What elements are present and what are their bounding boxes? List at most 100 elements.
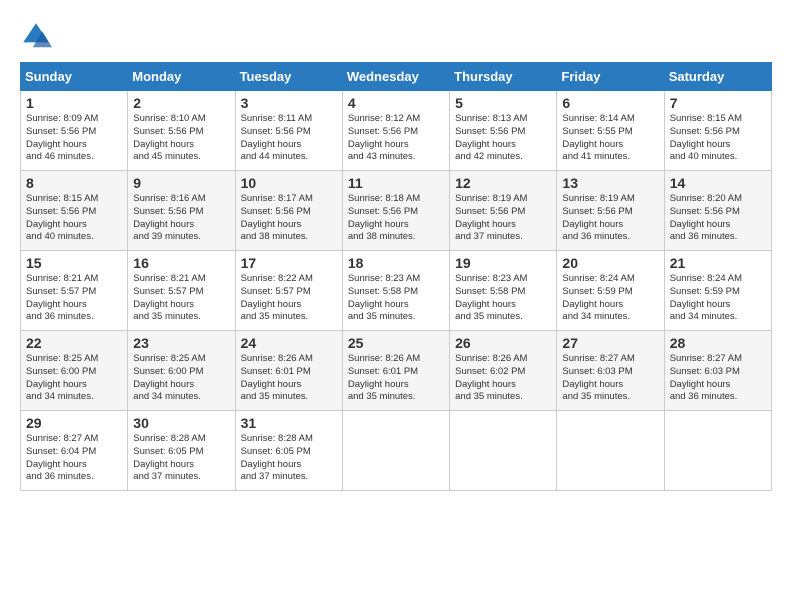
day-number: 1: [26, 95, 122, 111]
page-header: [20, 20, 772, 52]
day-number: 22: [26, 335, 122, 351]
calendar-cell: 4 Sunrise: 8:12 AM Sunset: 5:56 PM Dayli…: [342, 91, 449, 171]
calendar-cell: 23 Sunrise: 8:25 AM Sunset: 6:00 PM Dayl…: [128, 331, 235, 411]
calendar-cell: 29 Sunrise: 8:27 AM Sunset: 6:04 PM Dayl…: [21, 411, 128, 491]
day-number: 27: [562, 335, 658, 351]
day-info: Sunrise: 8:13 AM Sunset: 5:56 PM Dayligh…: [455, 113, 551, 164]
day-number: 12: [455, 175, 551, 191]
calendar-week-3: 15 Sunrise: 8:21 AM Sunset: 5:57 PM Dayl…: [21, 251, 772, 331]
day-info: Sunrise: 8:26 AM Sunset: 6:02 PM Dayligh…: [455, 353, 551, 404]
day-number: 11: [348, 175, 444, 191]
day-number: 28: [670, 335, 766, 351]
calendar-cell: 2 Sunrise: 8:10 AM Sunset: 5:56 PM Dayli…: [128, 91, 235, 171]
calendar-cell: 17 Sunrise: 8:22 AM Sunset: 5:57 PM Dayl…: [235, 251, 342, 331]
calendar-cell: 9 Sunrise: 8:16 AM Sunset: 5:56 PM Dayli…: [128, 171, 235, 251]
day-number: 9: [133, 175, 229, 191]
calendar-cell: 12 Sunrise: 8:19 AM Sunset: 5:56 PM Dayl…: [450, 171, 557, 251]
calendar-cell: 16 Sunrise: 8:21 AM Sunset: 5:57 PM Dayl…: [128, 251, 235, 331]
day-info: Sunrise: 8:10 AM Sunset: 5:56 PM Dayligh…: [133, 113, 229, 164]
day-info: Sunrise: 8:21 AM Sunset: 5:57 PM Dayligh…: [26, 273, 122, 324]
weekday-header-saturday: Saturday: [664, 63, 771, 91]
calendar-table: SundayMondayTuesdayWednesdayThursdayFrid…: [20, 62, 772, 491]
day-number: 24: [241, 335, 337, 351]
calendar-week-2: 8 Sunrise: 8:15 AM Sunset: 5:56 PM Dayli…: [21, 171, 772, 251]
calendar-cell: 28 Sunrise: 8:27 AM Sunset: 6:03 PM Dayl…: [664, 331, 771, 411]
day-number: 23: [133, 335, 229, 351]
calendar-cell: 6 Sunrise: 8:14 AM Sunset: 5:55 PM Dayli…: [557, 91, 664, 171]
day-info: Sunrise: 8:23 AM Sunset: 5:58 PM Dayligh…: [348, 273, 444, 324]
calendar-cell: 10 Sunrise: 8:17 AM Sunset: 5:56 PM Dayl…: [235, 171, 342, 251]
day-number: 20: [562, 255, 658, 271]
calendar-cell: 13 Sunrise: 8:19 AM Sunset: 5:56 PM Dayl…: [557, 171, 664, 251]
day-info: Sunrise: 8:28 AM Sunset: 6:05 PM Dayligh…: [241, 433, 337, 484]
day-number: 6: [562, 95, 658, 111]
weekday-header-row: SundayMondayTuesdayWednesdayThursdayFrid…: [21, 63, 772, 91]
calendar-cell: 24 Sunrise: 8:26 AM Sunset: 6:01 PM Dayl…: [235, 331, 342, 411]
day-info: Sunrise: 8:25 AM Sunset: 6:00 PM Dayligh…: [133, 353, 229, 404]
day-number: 21: [670, 255, 766, 271]
calendar-week-4: 22 Sunrise: 8:25 AM Sunset: 6:00 PM Dayl…: [21, 331, 772, 411]
day-info: Sunrise: 8:15 AM Sunset: 5:56 PM Dayligh…: [670, 113, 766, 164]
day-number: 4: [348, 95, 444, 111]
weekday-header-tuesday: Tuesday: [235, 63, 342, 91]
calendar-cell: 15 Sunrise: 8:21 AM Sunset: 5:57 PM Dayl…: [21, 251, 128, 331]
day-number: 17: [241, 255, 337, 271]
day-info: Sunrise: 8:16 AM Sunset: 5:56 PM Dayligh…: [133, 193, 229, 244]
day-info: Sunrise: 8:26 AM Sunset: 6:01 PM Dayligh…: [241, 353, 337, 404]
calendar-cell: 22 Sunrise: 8:25 AM Sunset: 6:00 PM Dayl…: [21, 331, 128, 411]
calendar-week-1: 1 Sunrise: 8:09 AM Sunset: 5:56 PM Dayli…: [21, 91, 772, 171]
day-number: 13: [562, 175, 658, 191]
day-info: Sunrise: 8:21 AM Sunset: 5:57 PM Dayligh…: [133, 273, 229, 324]
calendar-cell: 27 Sunrise: 8:27 AM Sunset: 6:03 PM Dayl…: [557, 331, 664, 411]
day-number: 3: [241, 95, 337, 111]
calendar-cell: [342, 411, 449, 491]
day-info: Sunrise: 8:18 AM Sunset: 5:56 PM Dayligh…: [348, 193, 444, 244]
day-number: 29: [26, 415, 122, 431]
calendar-cell: [557, 411, 664, 491]
weekday-header-friday: Friday: [557, 63, 664, 91]
day-info: Sunrise: 8:17 AM Sunset: 5:56 PM Dayligh…: [241, 193, 337, 244]
day-info: Sunrise: 8:11 AM Sunset: 5:56 PM Dayligh…: [241, 113, 337, 164]
day-info: Sunrise: 8:27 AM Sunset: 6:04 PM Dayligh…: [26, 433, 122, 484]
day-info: Sunrise: 8:25 AM Sunset: 6:00 PM Dayligh…: [26, 353, 122, 404]
day-info: Sunrise: 8:19 AM Sunset: 5:56 PM Dayligh…: [455, 193, 551, 244]
day-info: Sunrise: 8:23 AM Sunset: 5:58 PM Dayligh…: [455, 273, 551, 324]
day-number: 15: [26, 255, 122, 271]
calendar-cell: 18 Sunrise: 8:23 AM Sunset: 5:58 PM Dayl…: [342, 251, 449, 331]
day-info: Sunrise: 8:12 AM Sunset: 5:56 PM Dayligh…: [348, 113, 444, 164]
weekday-header-sunday: Sunday: [21, 63, 128, 91]
logo-icon: [20, 20, 52, 52]
day-number: 16: [133, 255, 229, 271]
calendar-cell: 1 Sunrise: 8:09 AM Sunset: 5:56 PM Dayli…: [21, 91, 128, 171]
day-number: 14: [670, 175, 766, 191]
day-info: Sunrise: 8:26 AM Sunset: 6:01 PM Dayligh…: [348, 353, 444, 404]
day-number: 5: [455, 95, 551, 111]
calendar-header: SundayMondayTuesdayWednesdayThursdayFrid…: [21, 63, 772, 91]
calendar-cell: 3 Sunrise: 8:11 AM Sunset: 5:56 PM Dayli…: [235, 91, 342, 171]
calendar-cell: 14 Sunrise: 8:20 AM Sunset: 5:56 PM Dayl…: [664, 171, 771, 251]
calendar-cell: 5 Sunrise: 8:13 AM Sunset: 5:56 PM Dayli…: [450, 91, 557, 171]
calendar-cell: [450, 411, 557, 491]
day-info: Sunrise: 8:19 AM Sunset: 5:56 PM Dayligh…: [562, 193, 658, 244]
day-info: Sunrise: 8:27 AM Sunset: 6:03 PM Dayligh…: [670, 353, 766, 404]
day-number: 19: [455, 255, 551, 271]
weekday-header-monday: Monday: [128, 63, 235, 91]
calendar-cell: 21 Sunrise: 8:24 AM Sunset: 5:59 PM Dayl…: [664, 251, 771, 331]
logo: [20, 20, 58, 52]
calendar-cell: 26 Sunrise: 8:26 AM Sunset: 6:02 PM Dayl…: [450, 331, 557, 411]
day-info: Sunrise: 8:15 AM Sunset: 5:56 PM Dayligh…: [26, 193, 122, 244]
day-number: 25: [348, 335, 444, 351]
calendar-week-5: 29 Sunrise: 8:27 AM Sunset: 6:04 PM Dayl…: [21, 411, 772, 491]
calendar-cell: 25 Sunrise: 8:26 AM Sunset: 6:01 PM Dayl…: [342, 331, 449, 411]
calendar-cell: 31 Sunrise: 8:28 AM Sunset: 6:05 PM Dayl…: [235, 411, 342, 491]
day-number: 10: [241, 175, 337, 191]
calendar-cell: [664, 411, 771, 491]
day-info: Sunrise: 8:20 AM Sunset: 5:56 PM Dayligh…: [670, 193, 766, 244]
day-number: 7: [670, 95, 766, 111]
day-info: Sunrise: 8:27 AM Sunset: 6:03 PM Dayligh…: [562, 353, 658, 404]
day-info: Sunrise: 8:22 AM Sunset: 5:57 PM Dayligh…: [241, 273, 337, 324]
weekday-header-thursday: Thursday: [450, 63, 557, 91]
day-number: 31: [241, 415, 337, 431]
day-number: 8: [26, 175, 122, 191]
weekday-header-wednesday: Wednesday: [342, 63, 449, 91]
